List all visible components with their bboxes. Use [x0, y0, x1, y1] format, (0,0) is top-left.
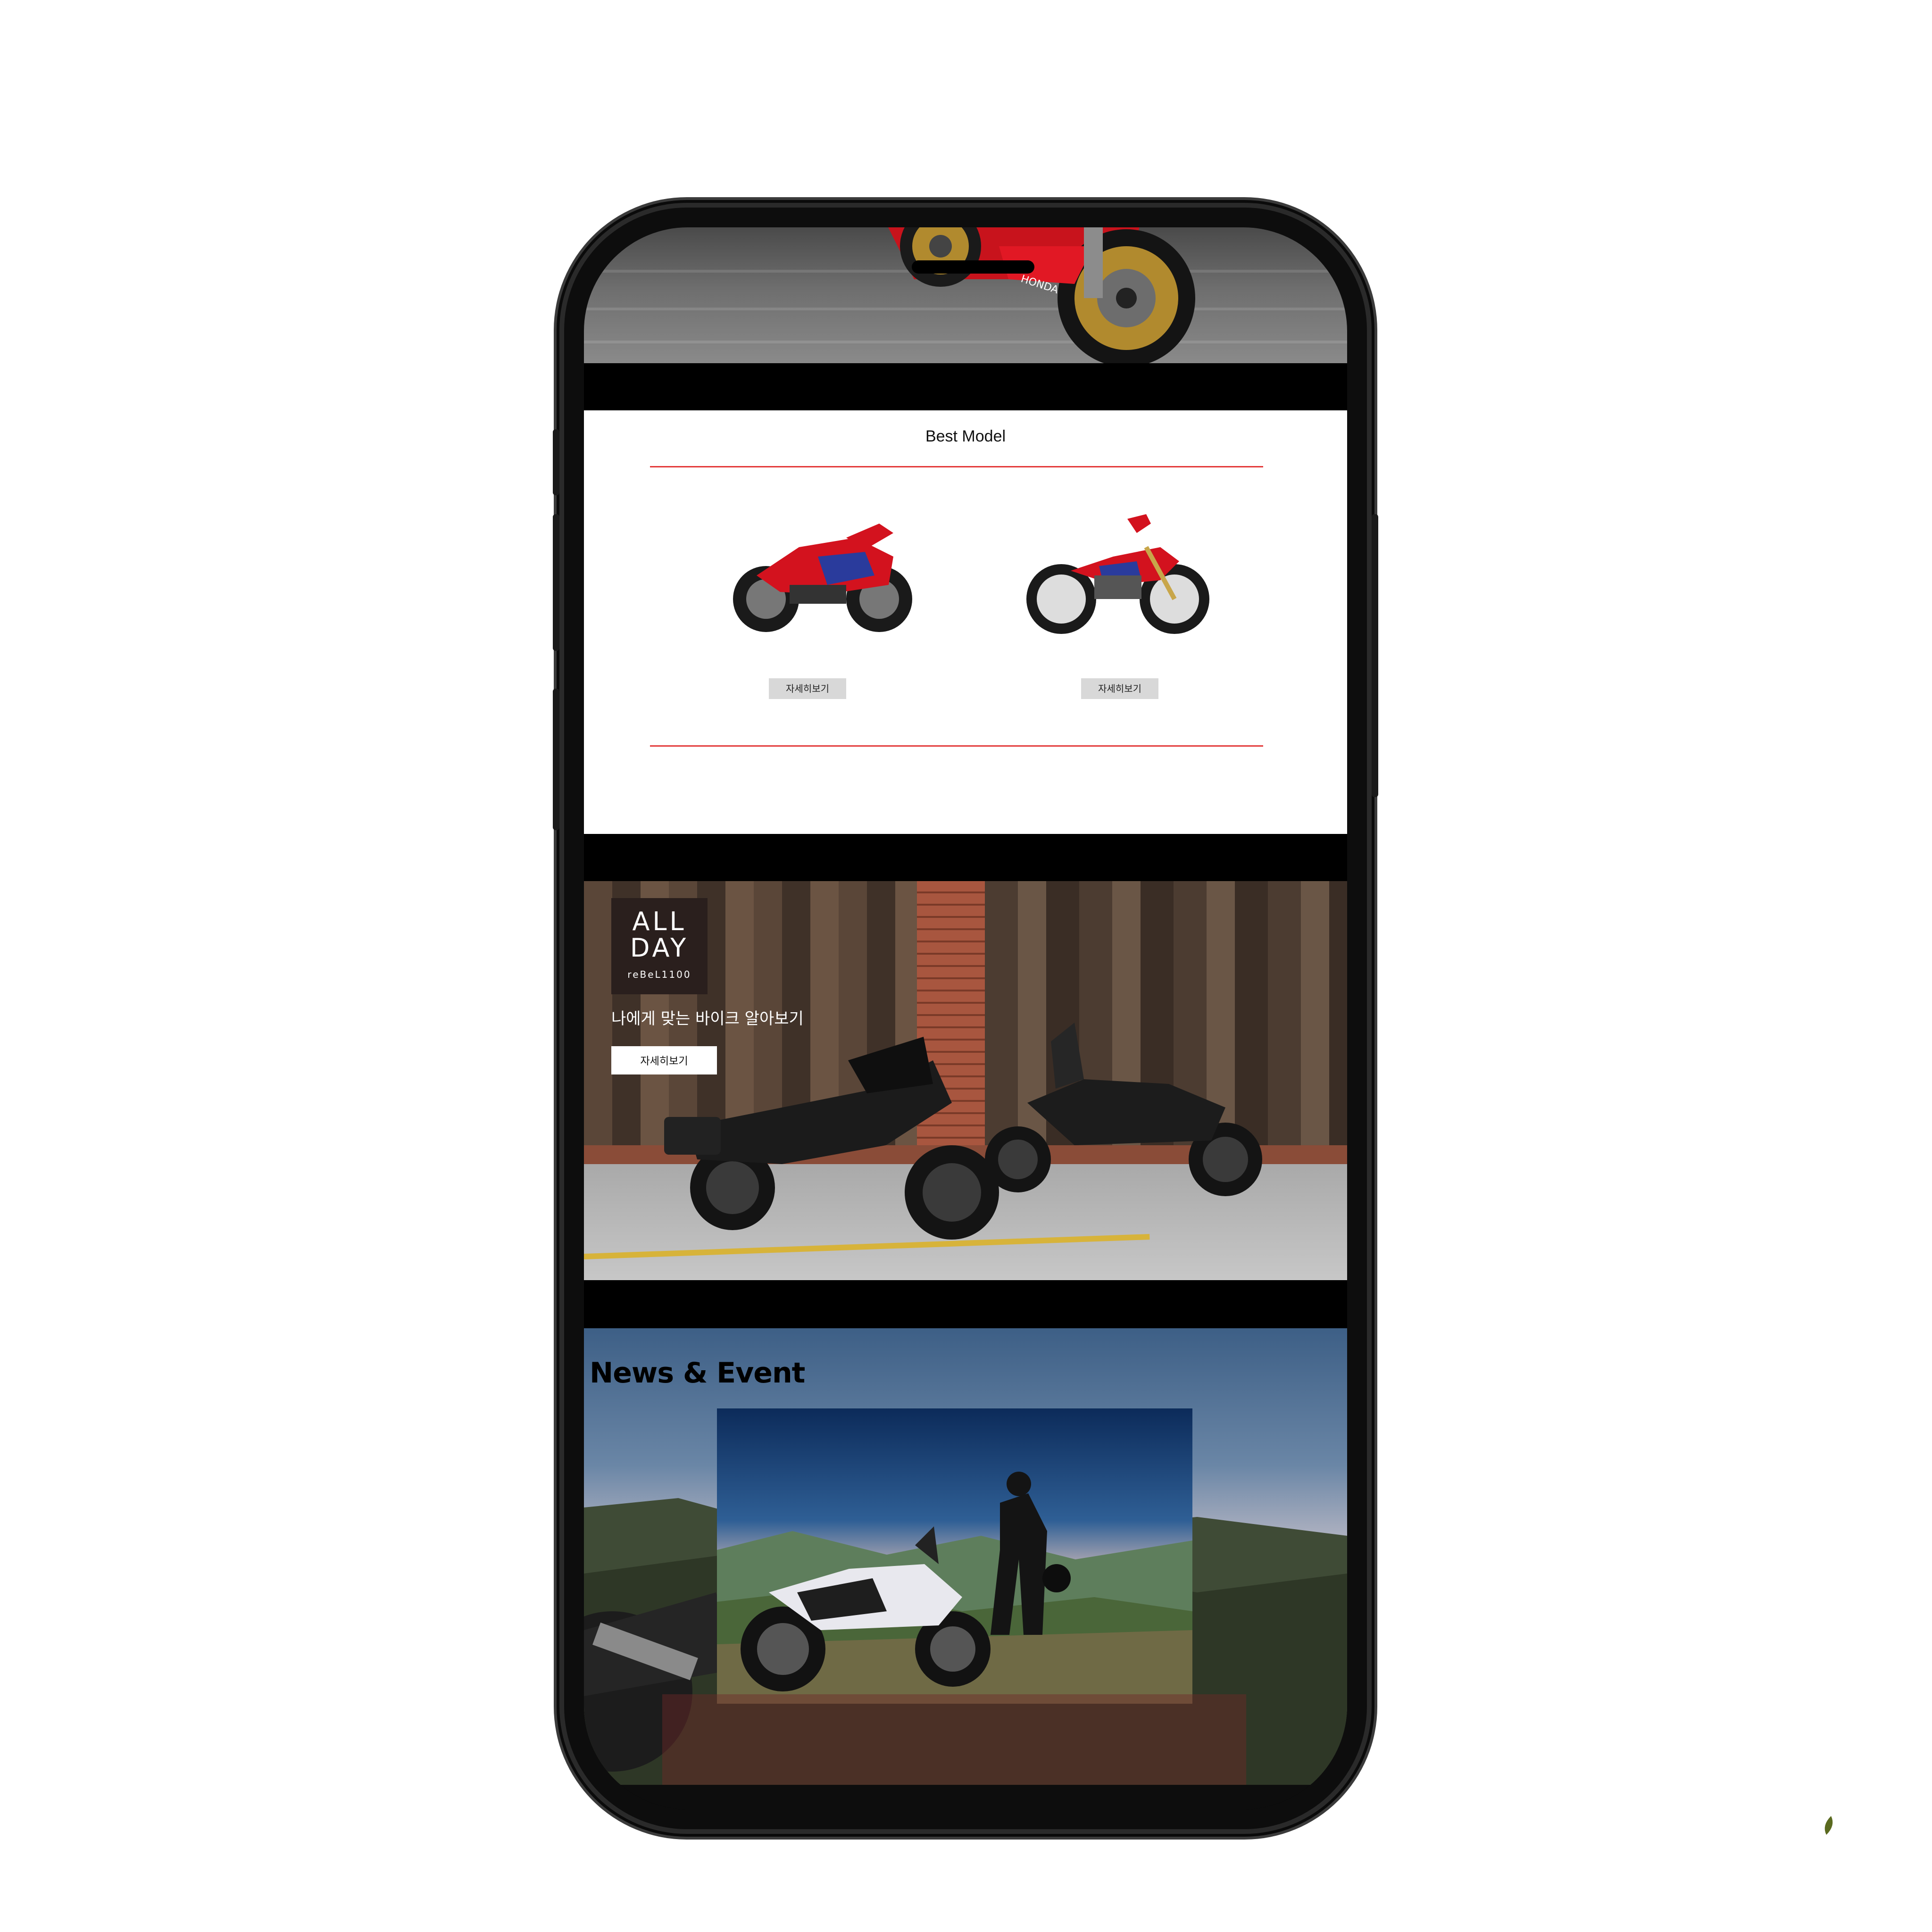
rebel-promo-banner[interactable]: ALL DAY reBeL1100 나에게 맞는 바이크 알아보기 자세히보기 — [584, 881, 1347, 1280]
hero-motorcycle-illustration: HONDA — [888, 227, 1195, 363]
mockup-stage: HONDA Best Model 자세히보기 자세히보기 ALL DAY reB… — [0, 0, 1932, 1932]
logo-line-1: ALL — [632, 907, 687, 936]
news-event-section: News & Event — [584, 1328, 1347, 1785]
section-divider — [584, 363, 1347, 410]
screen-bottom-bezel — [584, 1785, 1347, 1809]
logo-line-2: DAY — [630, 933, 689, 963]
news-overlay-panel — [662, 1694, 1246, 1785]
rebel-detail-button[interactable]: 자세히보기 — [611, 1046, 717, 1074]
volume-up-button — [553, 429, 559, 495]
dynamic-island — [912, 260, 1034, 274]
phone-frame: HONDA Best Model 자세히보기 자세히보기 ALL DAY reB… — [553, 208, 1378, 1829]
sportbike-detail-button[interactable]: 자세히보기 — [769, 678, 846, 699]
best-model-title: Best Model — [925, 427, 1006, 445]
dualsport-detail-button[interactable]: 자세히보기 — [1081, 678, 1158, 699]
rider-with-motorcycle-photo — [717, 1472, 1192, 1704]
phone-screen: HONDA Best Model 자세히보기 자세히보기 ALL DAY reB… — [584, 227, 1347, 1809]
model-card-dualsport[interactable]: 자세히보기 — [1019, 505, 1217, 703]
hero-banner-image[interactable]: HONDA — [584, 227, 1347, 363]
all-day-rebel-logo: ALL DAY reBeL1100 — [611, 898, 708, 994]
volume-down-button — [553, 514, 559, 651]
mute-switch — [553, 689, 559, 830]
news-event-title: News & Event — [590, 1357, 805, 1390]
bottom-accent-line — [650, 745, 1263, 747]
section-divider — [584, 834, 1347, 881]
sportbike-image — [733, 524, 912, 632]
top-accent-line — [650, 466, 1263, 467]
model-card-sportbike[interactable]: 자세히보기 — [724, 505, 922, 703]
power-button — [1372, 514, 1378, 797]
dualsport-bike-image — [1026, 514, 1209, 634]
leaf-icon — [1824, 1816, 1833, 1835]
logo-line-3: reBeL1100 — [627, 969, 691, 980]
section-divider — [584, 1280, 1347, 1328]
rebel-headline: 나에게 맞는 바이크 알아보기 — [611, 1009, 804, 1028]
news-featured-photo[interactable] — [717, 1408, 1192, 1704]
best-model-section: Best Model 자세히보기 자세히보기 — [584, 410, 1347, 834]
